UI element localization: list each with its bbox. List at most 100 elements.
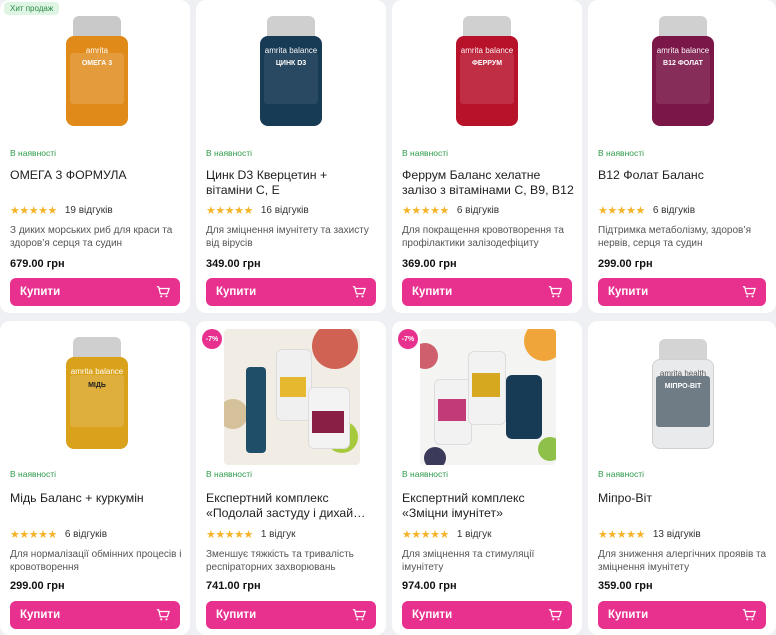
product-title[interactable]: Експертний комплекс «Подолай застуду і ди… (206, 491, 378, 521)
buy-label: Купити (20, 609, 61, 621)
product-price: 299.00 грн (10, 580, 65, 592)
product-description: Для зміцнення та стимуляції імунітету (402, 549, 535, 573)
product-title[interactable]: ОМЕГА 3 ФОРМУЛА (10, 168, 182, 183)
buy-button[interactable]: Купити (10, 601, 180, 629)
buy-button[interactable]: Купити (206, 601, 376, 629)
discount-badge: -7% (398, 329, 418, 349)
product-card[interactable]: amrita health МІПРО-ВІТ В наявності Мiпр… (588, 321, 776, 635)
buy-button[interactable]: Купити (402, 601, 572, 629)
product-title[interactable]: Експертний комплекс «Зміцни імунітет» (402, 491, 574, 521)
product-image[interactable]: amrita balance B12 ФОЛАТ (588, 0, 776, 140)
buy-button[interactable]: Купити (10, 278, 180, 306)
reviews-count[interactable]: 19 відгуків (65, 205, 113, 216)
cart-icon (548, 286, 562, 298)
product-card[interactable]: amrita ОМЕГА 3 Хит продаж В наявності ОМ… (0, 0, 190, 313)
product-card[interactable]: amrita balance МІДЬ В наявності Мідь Бал… (0, 321, 190, 635)
product-description: Для зміцнення імунітету та захисту від в… (206, 225, 369, 249)
product-description: Для зниження алергічних проявів та зміцн… (598, 549, 767, 573)
product-image[interactable]: amrita balance МІДЬ (0, 321, 190, 461)
buy-label: Купити (608, 609, 649, 621)
product-price: 369.00 грн (402, 258, 457, 270)
cart-icon (352, 609, 366, 621)
stock-status: В наявності (402, 148, 449, 158)
cart-icon (156, 609, 170, 621)
product-image[interactable]: amrita balance ФЕРРУМ (392, 0, 582, 140)
stars-icon: ★★★★★ (206, 529, 253, 541)
stock-status: В наявності (10, 148, 57, 158)
product-image[interactable]: amrita ОМЕГА 3 (0, 0, 190, 140)
cart-icon (548, 609, 562, 621)
product-price: 359.00 грн (598, 580, 653, 592)
buy-label: Купити (412, 286, 453, 298)
cart-icon (742, 286, 756, 298)
hit-badge: Хит продаж (4, 2, 60, 15)
buy-button[interactable]: Купити (402, 278, 572, 306)
product-card[interactable]: -7% В наявності Експертний комплекс «Подо… (196, 321, 386, 635)
reviews-count[interactable]: 6 відгуків (65, 529, 107, 540)
product-description: З диких морських риб для краси та здоров… (10, 225, 173, 249)
stock-status: В наявності (10, 469, 57, 479)
stock-status: В наявності (402, 469, 449, 479)
buy-button[interactable]: Купити (206, 278, 376, 306)
stars-icon: ★★★★★ (402, 529, 449, 541)
product-description: Зменшує тяжкість та тривалість респірато… (206, 549, 354, 573)
rating: ★★★★★ 6 відгуків (402, 204, 499, 217)
product-image[interactable]: amrita health МІПРО-ВІТ (588, 321, 776, 461)
rating: ★★★★★ 16 відгуків (206, 204, 309, 217)
cart-icon (352, 286, 366, 298)
buy-label: Купити (216, 609, 257, 621)
rating: ★★★★★ 6 відгуків (598, 204, 695, 217)
buy-label: Купити (608, 286, 649, 298)
product-grid: amrita ОМЕГА 3 Хит продаж В наявності ОМ… (0, 0, 776, 635)
stock-status: В наявності (598, 469, 645, 479)
product-title[interactable]: Мiпро-Віт (598, 491, 768, 506)
reviews-count[interactable]: 1 відгук (261, 529, 296, 540)
reviews-count[interactable]: 16 відгуків (261, 205, 309, 216)
stock-status: В наявності (206, 469, 253, 479)
product-price: 741.00 грн (206, 580, 261, 592)
buy-label: Купити (412, 609, 453, 621)
product-description: Підтримка метаболізму, здоров’я нервів, … (598, 225, 752, 249)
stock-status: В наявності (598, 148, 645, 158)
product-card[interactable]: amrita balance B12 ФОЛАТ В наявності В12… (588, 0, 776, 313)
discount-badge: -7% (202, 329, 222, 349)
cart-icon (742, 609, 756, 621)
buy-label: Купити (20, 286, 61, 298)
product-title[interactable]: Феррум Баланс хелатне залізо з вітамінами… (402, 168, 574, 198)
stars-icon: ★★★★★ (598, 205, 645, 217)
reviews-count[interactable]: 13 відгуків (653, 529, 701, 540)
stars-icon: ★★★★★ (206, 205, 253, 217)
product-title[interactable]: Мідь Баланс + куркумін (10, 491, 182, 506)
rating: ★★★★★ 13 відгуків (598, 528, 701, 541)
stars-icon: ★★★★★ (10, 205, 57, 217)
reviews-count[interactable]: 6 відгуків (457, 205, 499, 216)
stock-status: В наявності (206, 148, 253, 158)
stars-icon: ★★★★★ (10, 529, 57, 541)
rating: ★★★★★ 6 відгуків (10, 528, 107, 541)
product-image[interactable] (392, 321, 582, 465)
product-description: Для покращення кровотворення та профілак… (402, 225, 564, 249)
product-card[interactable]: amrita balance ЦИНК D3 В наявності Цинк … (196, 0, 386, 313)
product-description: Для нормалізації обмінних процесів і кро… (10, 549, 182, 573)
buy-label: Купити (216, 286, 257, 298)
rating: ★★★★★ 1 відгук (402, 528, 492, 541)
reviews-count[interactable]: 6 відгуків (653, 205, 695, 216)
stars-icon: ★★★★★ (598, 529, 645, 541)
buy-button[interactable]: Купити (598, 601, 766, 629)
reviews-count[interactable]: 1 відгук (457, 529, 492, 540)
product-price: 679.00 грн (10, 258, 65, 270)
stars-icon: ★★★★★ (402, 205, 449, 217)
product-image[interactable]: amrita balance ЦИНК D3 (196, 0, 386, 140)
product-title[interactable]: Цинк D3 Кверцетин + вітаміни С, Е (206, 168, 378, 198)
product-card[interactable]: amrita balance ФЕРРУМ В наявності Феррум… (392, 0, 582, 313)
product-card[interactable]: -7% В наявності Експертний комплекс «Зміц… (392, 321, 582, 635)
product-image[interactable] (196, 321, 386, 465)
product-price: 349.00 грн (206, 258, 261, 270)
cart-icon (156, 286, 170, 298)
rating: ★★★★★ 19 відгуків (10, 204, 113, 217)
product-price: 299.00 грн (598, 258, 653, 270)
rating: ★★★★★ 1 відгук (206, 528, 296, 541)
buy-button[interactable]: Купити (598, 278, 766, 306)
product-title[interactable]: В12 Фолат Баланс (598, 168, 768, 183)
product-price: 974.00 грн (402, 580, 457, 592)
